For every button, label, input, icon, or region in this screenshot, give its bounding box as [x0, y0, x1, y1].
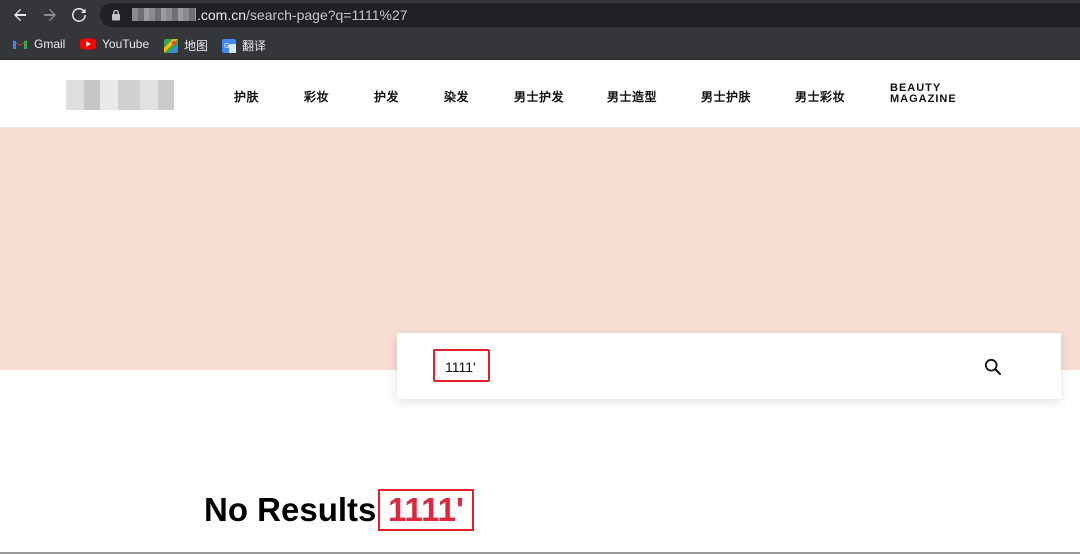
youtube-icon — [80, 38, 96, 50]
nav-beauty-line2: MAGAZINE — [890, 93, 957, 105]
bookmark-youtube[interactable]: YouTube — [80, 37, 149, 51]
no-results-term: 1111' — [378, 489, 474, 531]
nav-item-makeup[interactable]: 彩妆 — [304, 88, 329, 105]
bookmark-gmail[interactable]: Gmail — [12, 37, 65, 51]
nav-item-men-styling[interactable]: 男士造型 — [607, 88, 657, 105]
translate-icon: G — [222, 38, 236, 53]
bookmark-maps[interactable]: 地图 — [164, 37, 208, 54]
bookmarks-bar: Gmail YouTube 地图 G 翻译 — [0, 30, 1080, 60]
url-domain: .com.cn — [197, 7, 247, 23]
lock-icon — [112, 9, 120, 21]
arrow-left-icon — [14, 9, 26, 21]
back-button[interactable] — [10, 5, 30, 25]
bookmark-label: Gmail — [34, 37, 66, 51]
nav-item-haircare[interactable]: 护发 — [374, 88, 399, 105]
gmail-icon — [13, 40, 27, 49]
forward-button[interactable] — [40, 5, 60, 25]
nav-item-men-haircare[interactable]: 男士护发 — [514, 88, 564, 105]
search-box — [397, 333, 1061, 399]
reload-icon — [72, 7, 86, 22]
bookmark-translate[interactable]: G 翻译 — [222, 37, 266, 54]
svg-text:G: G — [224, 42, 229, 50]
browser-toolbar: .com.cn/search-page?q=1111%27 — [0, 0, 1080, 30]
maps-icon — [164, 38, 178, 53]
site-logo-redacted[interactable] — [66, 80, 174, 110]
bookmark-label: YouTube — [102, 37, 150, 51]
site-header: 护肤 彩妆 护发 染发 男士护发 男士造型 男士护肤 男士彩妆 BEAUTY M… — [0, 61, 1080, 128]
nav-item-haircolor[interactable]: 染发 — [444, 88, 469, 105]
url-path: /search-page?q=1111%27 — [246, 7, 408, 23]
no-results-label: No Results — [204, 491, 377, 528]
bookmark-label: 翻译 — [242, 39, 267, 53]
search-input[interactable] — [445, 357, 865, 377]
search-icon — [984, 358, 1001, 375]
nav-item-skincare[interactable]: 护肤 — [234, 88, 259, 105]
search-button[interactable] — [983, 357, 1003, 377]
reload-button[interactable] — [69, 5, 89, 25]
nav-item-beauty-magazine[interactable]: BEAUTY MAGAZINE — [890, 83, 957, 105]
url-redacted — [132, 8, 196, 21]
url-text[interactable]: .com.cn/search-page?q=1111%27 — [197, 7, 408, 23]
arrow-right-icon — [44, 9, 56, 21]
bookmark-label: 地图 — [184, 39, 209, 53]
nav-item-men-makeup[interactable]: 男士彩妆 — [795, 88, 845, 105]
nav-item-men-skincare[interactable]: 男士护肤 — [701, 88, 751, 105]
